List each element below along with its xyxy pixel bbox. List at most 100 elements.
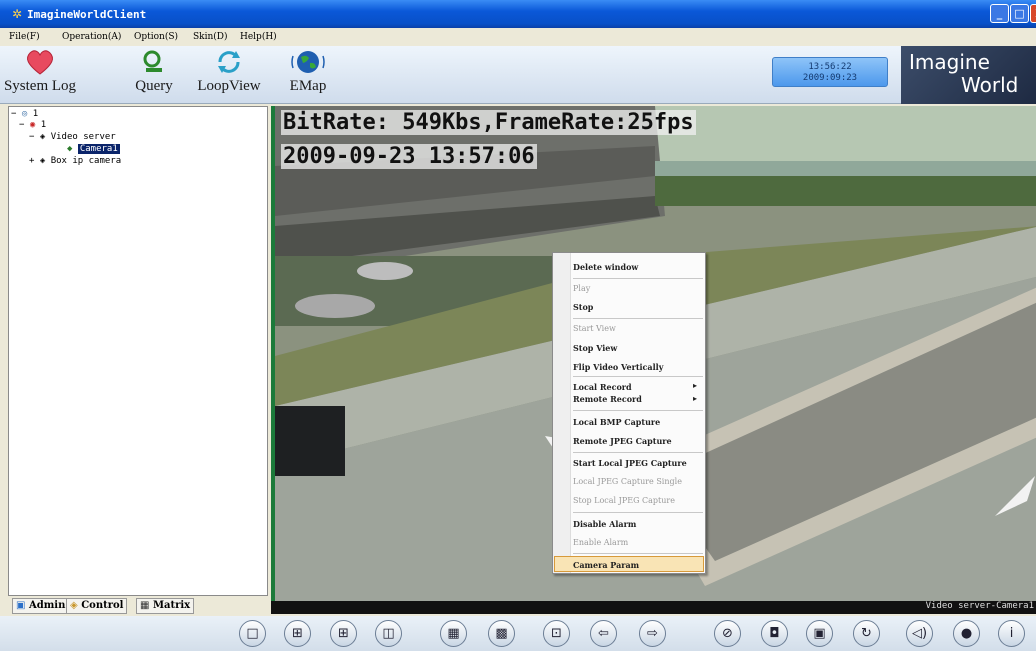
video-status-bar: Video server-Camera1	[271, 601, 1036, 614]
menu-item-stop-view[interactable]: Stop View	[573, 343, 617, 353]
menu-item-camera-param[interactable]: Camera Param	[573, 560, 639, 570]
device-tree[interactable]: − ◎ 1 − ◉ 1 − ◈ Video server ◆ Camera1 +…	[8, 106, 268, 596]
group-icon: ◉	[29, 120, 36, 130]
prev-button[interactable]: ⇦	[590, 620, 617, 647]
control-bar: □ ⊞ ⊞ ◫ ▦ ▩ ⊡ ⇦ ⇨ ⊘ ◘ ▣ ↻ ◁) ● i	[0, 616, 1036, 651]
network-icon: ◎	[21, 109, 28, 119]
submenu-arrow-icon: ▸	[693, 380, 698, 390]
loop-arrows-icon	[218, 51, 240, 73]
layout-6-icon: ⊞	[338, 626, 349, 641]
mute-button[interactable]: ⊘	[714, 620, 741, 647]
menu-help[interactable]: Help(H)	[240, 32, 277, 42]
query-icon	[143, 50, 162, 72]
tree-video-server-node[interactable]: − ◈ Video server	[29, 132, 116, 142]
menu-skin[interactable]: Skin(D)	[193, 32, 228, 42]
tree-box-camera-node[interactable]: + ◈ Box ip camera	[29, 156, 121, 166]
menu-item-remote-jpeg-capture[interactable]: Remote JPEG Capture	[573, 436, 672, 446]
tree-group-node[interactable]: − ◉ 1	[19, 120, 46, 130]
menu-separator	[573, 452, 703, 453]
query-button[interactable]: Query	[120, 48, 188, 95]
maximize-button[interactable]: □	[1010, 4, 1029, 23]
tab-control-label: Control	[81, 600, 124, 611]
volume-button[interactable]: ◁)	[906, 620, 933, 647]
app-icon: ✲	[12, 7, 23, 21]
menu-separator	[573, 318, 703, 319]
info-button[interactable]: i	[998, 620, 1025, 647]
layout-9-button[interactable]: ▦	[440, 620, 467, 647]
next-button[interactable]: ⇨	[639, 620, 666, 647]
panel-tabs: ▣ Admin ◈ Control ▦ Matrix	[8, 596, 268, 616]
matrix-icon: ▦	[140, 600, 150, 611]
menu-operation[interactable]: Operation(A)	[62, 32, 121, 42]
menu-item-delete-window[interactable]: Delete window	[573, 262, 638, 272]
menu-item-enable-alarm[interactable]: Enable Alarm	[573, 538, 628, 547]
tree-group-label: 1	[40, 120, 47, 130]
layout-9-icon: ▦	[447, 626, 460, 641]
loopview-button[interactable]: LoopView	[192, 48, 266, 95]
emap-label: EMap	[289, 78, 327, 94]
menu-item-remote-record[interactable]: Remote Record	[573, 394, 642, 404]
timestamp-overlay: 2009-09-23 13:57:06	[281, 144, 537, 169]
system-log-button[interactable]: System Log	[0, 48, 80, 95]
query-label: Query	[135, 78, 173, 94]
control-icon: ◈	[70, 600, 78, 611]
snapshot-button[interactable]: ◘	[761, 620, 788, 647]
record-button[interactable]: ▣	[806, 620, 833, 647]
clock-date: 2009:09:23	[802, 73, 858, 83]
info-icon: i	[1009, 626, 1014, 641]
mute-icon: ⊘	[722, 626, 733, 641]
layout-1-button[interactable]: □	[239, 620, 266, 647]
fullscreen-button[interactable]: ⊡	[543, 620, 570, 647]
tab-admin[interactable]: ▣ Admin	[12, 598, 70, 614]
talk-button[interactable]: ●	[953, 620, 980, 647]
menu-item-start-view[interactable]: Start View	[573, 324, 616, 333]
layout-16-button[interactable]: ▩	[488, 620, 515, 647]
close-button[interactable]: X	[1030, 4, 1036, 23]
minimize-button[interactable]: _	[990, 4, 1009, 23]
expand-toggle[interactable]: +	[29, 156, 34, 166]
menu-item-local-jpeg-capture-single[interactable]: Local JPEG Capture Single	[573, 477, 682, 486]
collapse-toggle[interactable]: −	[19, 120, 24, 130]
menu-item-disable-alarm[interactable]: Disable Alarm	[573, 519, 636, 529]
tab-admin-label: Admin	[28, 600, 66, 611]
menu-item-start-local-jpeg-capture[interactable]: Start Local JPEG Capture	[573, 458, 687, 468]
emap-button[interactable]: EMap	[280, 48, 336, 95]
tree-root-label: 1	[32, 109, 39, 119]
clock-time: 13:56:22	[808, 62, 852, 72]
tab-matrix[interactable]: ▦ Matrix	[136, 598, 195, 614]
tree-root-node[interactable]: − ◎ 1	[11, 109, 38, 119]
menu-separator	[573, 278, 703, 279]
tab-control[interactable]: ◈ Control	[66, 598, 128, 614]
layout-4-button[interactable]: ⊞	[284, 620, 311, 647]
menu-item-local-record[interactable]: Local Record	[573, 382, 632, 392]
menu-file[interactable]: File(F)	[9, 32, 40, 42]
menu-option[interactable]: Option(S)	[134, 32, 178, 42]
video-server-icon: ◈	[39, 132, 46, 142]
title-bar[interactable]: ✲ ImagineWorldClient _ □ X	[0, 0, 1036, 28]
ptz-button[interactable]: ↻	[853, 620, 880, 647]
tab-matrix-label: Matrix	[152, 600, 191, 611]
fullscreen-icon: ⊡	[551, 626, 562, 641]
menu-item-local-bmp-capture[interactable]: Local BMP Capture	[573, 417, 660, 427]
layout-6-button[interactable]: ⊞	[330, 620, 357, 647]
tree-camera-node[interactable]: ◆ Camera1	[67, 144, 120, 154]
menu-item-flip-video[interactable]: Flip Video Vertically	[573, 362, 663, 372]
camera-icon: ◆	[67, 144, 73, 154]
application-window: ✲ ImagineWorldClient _ □ X File(F) Opera…	[0, 0, 1036, 651]
layout-8-button[interactable]: ◫	[375, 620, 402, 647]
layout-8-icon: ◫	[382, 626, 395, 641]
menu-separator	[573, 410, 703, 411]
menu-item-stop[interactable]: Stop	[573, 302, 593, 312]
collapse-toggle[interactable]: −	[11, 109, 16, 119]
video-status-label: Video server-Camera1	[925, 601, 1034, 611]
system-log-label: System Log	[3, 78, 77, 94]
layout-4-icon: ⊞	[292, 626, 303, 641]
collapse-toggle[interactable]: −	[29, 132, 34, 142]
admin-icon: ▣	[16, 600, 26, 611]
brand-logo: Imagine World	[901, 46, 1036, 104]
tree-camera-label: Camera1	[77, 144, 120, 154]
ptz-icon: ↻	[861, 626, 872, 641]
menu-item-stop-local-jpeg-capture[interactable]: Stop Local JPEG Capture	[573, 496, 675, 505]
menu-item-play[interactable]: Play	[573, 284, 590, 293]
volume-icon: ◁)	[911, 626, 928, 641]
